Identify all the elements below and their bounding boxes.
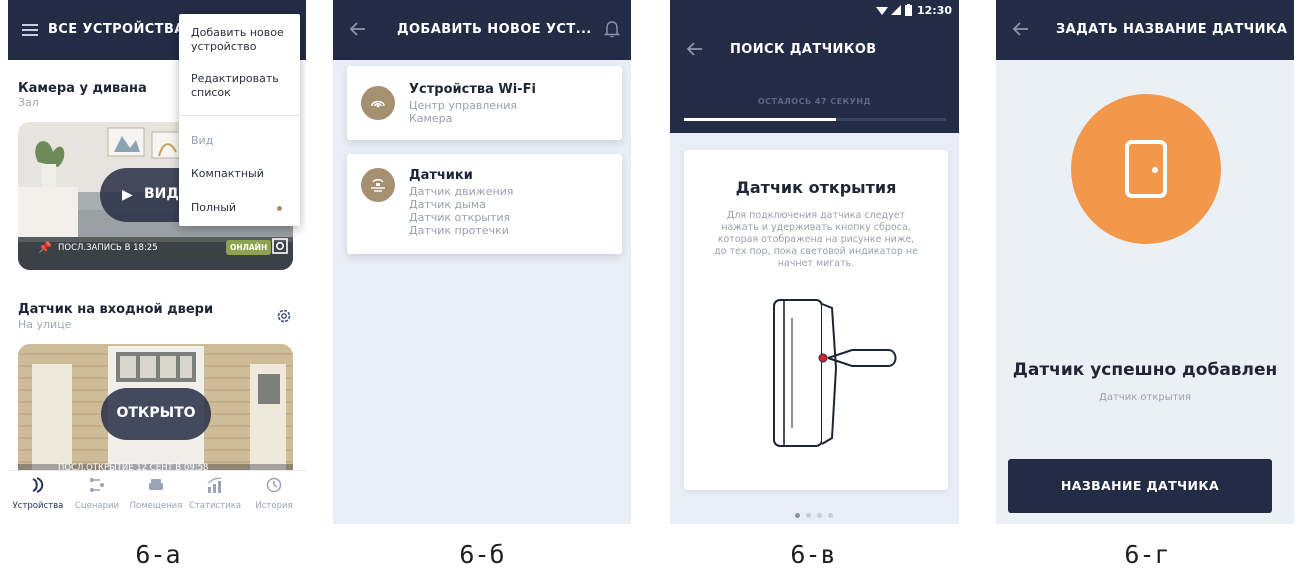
last-record-text: ПОСЛ.ЗАПИСЬ В 18:25 xyxy=(58,243,158,253)
success-subtitle: Датчик открытия xyxy=(1099,392,1191,403)
door-sensor-room: На улице xyxy=(18,318,72,331)
screen-name-sensor: ЗАДАТЬ НАЗВАНИЕ ДАТЧИКА Датчик успешно д… xyxy=(996,0,1294,524)
app-header: ЗАДАТЬ НАЗВАНИЕ ДАТЧИКА xyxy=(996,0,1294,60)
sensors-card-line: Датчик движения xyxy=(409,185,514,198)
menu-item-add-device[interactable]: Добавить новое устройство xyxy=(191,26,291,54)
camera-name: Камера у дивана xyxy=(18,81,147,96)
back-arrow-icon[interactable] xyxy=(684,38,706,60)
pager-dot[interactable] xyxy=(806,513,811,518)
header-title: ПОИСК ДАТЧИКОВ xyxy=(730,42,877,57)
wifi-card-line: Камера xyxy=(409,112,453,125)
status-time: 12:30 xyxy=(917,4,953,17)
wifi-signal-icon xyxy=(876,7,888,15)
camera-room: Зал xyxy=(18,96,39,109)
play-icon: ▶ xyxy=(122,187,133,203)
back-arrow-icon[interactable] xyxy=(347,18,369,40)
scenarios-icon xyxy=(90,478,104,492)
screen-add-device: ДОБАВИТЬ НОВОЕ УСТ... Устройства Wi-Fi Ц… xyxy=(333,0,631,524)
pin-icon: 📌 xyxy=(38,241,52,254)
pager-dot[interactable] xyxy=(817,513,822,518)
figure-caption: 6-а xyxy=(135,540,181,569)
menu-item-compact[interactable]: Компактный xyxy=(191,167,264,181)
wifi-devices-card[interactable]: Устройства Wi-Fi Центр управления Камера xyxy=(347,66,622,140)
figure-caption: 6-в xyxy=(790,540,836,569)
status-bar: 12:30 xyxy=(670,0,959,24)
statistics-icon xyxy=(207,477,222,493)
sensors-card[interactable]: Датчики Датчик движения Датчик дыма Датч… xyxy=(347,154,622,254)
sensor-icon xyxy=(361,168,395,202)
success-title: Датчик успешно добавлен xyxy=(1012,360,1278,380)
cell-signal-icon xyxy=(891,5,901,15)
pager-dot[interactable] xyxy=(828,513,833,518)
door-icon xyxy=(1125,140,1167,198)
menu-item-edit-list[interactable]: Редактировать список xyxy=(191,72,291,100)
sensor-reset-illustration xyxy=(773,299,897,447)
header-title: ЗАДАТЬ НАЗВАНИЕ ДАТЧИКА xyxy=(1056,22,1288,37)
history-icon xyxy=(266,477,282,493)
sensor-name-button[interactable]: НАЗВАНИЕ ДАТЧИКА xyxy=(1008,459,1272,513)
menu-icon[interactable] xyxy=(22,24,38,36)
pager-dot[interactable] xyxy=(795,513,800,518)
tab-scenarios[interactable]: Сценарии xyxy=(68,477,126,511)
figure-caption: 6-г xyxy=(1124,540,1170,569)
bell-icon[interactable] xyxy=(604,20,620,38)
header-title: ДОБАВИТЬ НОВОЕ УСТ... xyxy=(397,22,592,37)
instruction-card: Датчик открытия Для подключения датчика … xyxy=(684,150,948,490)
sensors-card-line: Датчик открытия xyxy=(409,211,511,224)
tab-history[interactable]: История xyxy=(245,477,303,511)
wifi-card-line: Центр управления xyxy=(409,99,518,112)
pager-dots[interactable] xyxy=(795,503,839,522)
sensors-card-title: Датчики xyxy=(409,168,473,183)
tab-rooms[interactable]: Помещения xyxy=(127,477,185,511)
devices-icon xyxy=(32,477,44,493)
app-header: 12:30 ПОИСК ДАТЧИКОВ ОСТАЛОСЬ 47 СЕКУНД xyxy=(670,0,959,133)
menu-view-heading: Вид xyxy=(191,134,214,147)
header-title[interactable]: ВСЕ УСТРОЙСТВА ▾ xyxy=(48,22,199,37)
tab-statistics[interactable]: Статистика xyxy=(186,477,244,511)
back-arrow-icon[interactable] xyxy=(1010,18,1032,40)
bottom-tab-bar: Устройства Сценарии Помещения Статистика… xyxy=(8,470,306,524)
progress-fill xyxy=(684,118,836,121)
gear-icon[interactable] xyxy=(275,307,293,325)
success-badge xyxy=(1071,94,1221,244)
screen-devices: ВСЕ УСТРОЙСТВА ▾ Камера у дивана Зал ▶ В… xyxy=(8,0,306,524)
door-state-badge: ОТКРЫТО xyxy=(101,388,211,440)
door-preview[interactable]: ОТКРЫТО ПОСЛ.ОТКРЫТИЕ 12 СЕНТ В 09:58 xyxy=(18,344,293,482)
countdown-text: ОСТАЛОСЬ 47 СЕКУНД xyxy=(757,97,872,106)
wifi-card-title: Устройства Wi-Fi xyxy=(409,82,536,97)
screen-sensor-search: 12:30 ПОИСК ДАТЧИКОВ ОСТАЛОСЬ 47 СЕКУНД … xyxy=(670,0,959,524)
overflow-menu: Добавить новое устройство Редактировать … xyxy=(179,14,300,226)
app-header: ДОБАВИТЬ НОВОЕ УСТ... xyxy=(333,0,631,60)
sensors-card-line: Датчик дыма xyxy=(409,198,486,211)
rooms-icon xyxy=(149,479,163,490)
battery-icon xyxy=(905,4,912,16)
sensors-card-line: Датчик протечки xyxy=(409,224,509,237)
instruction-text: Для подключения датчика следует нажать и… xyxy=(714,210,918,269)
online-badge: ОНЛАЙН xyxy=(226,240,272,255)
record-icon[interactable] xyxy=(272,238,288,254)
menu-divider xyxy=(179,115,300,116)
progress-track xyxy=(684,118,946,121)
wifi-icon xyxy=(361,86,395,120)
tab-devices[interactable]: Устройства xyxy=(9,477,67,511)
menu-item-full[interactable]: Полный xyxy=(191,201,236,215)
instruction-title: Датчик открытия xyxy=(735,178,897,197)
door-sensor-name: Датчик на входной двери xyxy=(18,302,214,317)
figure-caption: 6-б xyxy=(459,540,505,569)
selected-dot-icon xyxy=(277,206,282,211)
